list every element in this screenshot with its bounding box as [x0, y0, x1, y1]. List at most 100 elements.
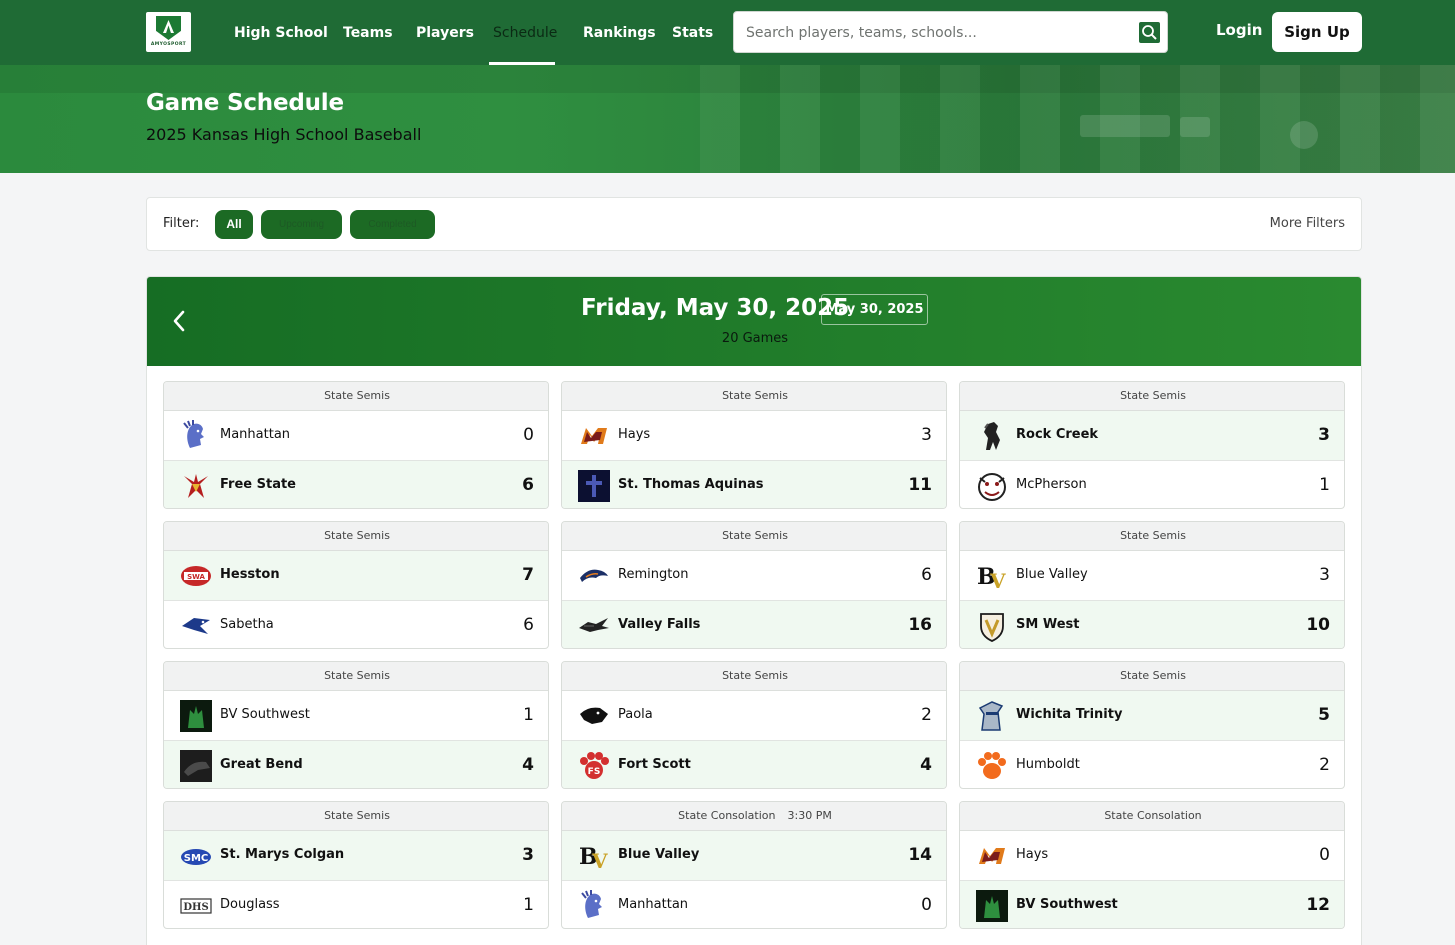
nav-link-high-school[interactable]: High School: [234, 22, 328, 44]
panther-head-logo: [578, 700, 610, 732]
team-name[interactable]: Hesston: [220, 567, 280, 582]
game-card[interactable]: State Semis Hays 3 St. Thomas Aquinas 11: [561, 381, 947, 509]
nav-link-teams[interactable]: Teams: [343, 22, 393, 44]
team-row[interactable]: Valley Falls 16: [562, 600, 946, 648]
nav-link-schedule[interactable]: Schedule: [493, 22, 557, 44]
login-link[interactable]: Login: [1216, 21, 1262, 39]
team-row[interactable]: Free State 6: [164, 460, 548, 508]
team-name[interactable]: Blue Valley: [618, 847, 699, 862]
team-row[interactable]: Hays 3: [562, 411, 946, 460]
team-name[interactable]: Manhattan: [618, 897, 688, 912]
game-card[interactable]: State Semis SMC St. Marys Colgan 3 DHS Dougla…: [163, 801, 549, 929]
team-name[interactable]: Humboldt: [1016, 757, 1080, 772]
team-row[interactable]: Sabetha 6: [164, 600, 548, 648]
team-row[interactable]: BV Southwest 12: [960, 880, 1344, 928]
hesston-logo: SWA: [180, 560, 212, 592]
team-name[interactable]: McPherson: [1016, 477, 1087, 492]
team-row[interactable]: Remington 6: [562, 551, 946, 600]
team-name[interactable]: Sabetha: [220, 617, 274, 632]
team-name[interactable]: Paola: [618, 707, 653, 722]
team-name[interactable]: SM West: [1016, 617, 1079, 632]
team-name[interactable]: Wichita Trinity: [1016, 707, 1122, 722]
team-name[interactable]: Free State: [220, 477, 296, 492]
team-name[interactable]: Hays: [1016, 847, 1048, 862]
team-row[interactable]: Hays 0: [960, 831, 1344, 880]
team-name[interactable]: Douglass: [220, 897, 280, 912]
site-logo[interactable]: AMYOSPORT: [146, 12, 191, 52]
nav-link-stats[interactable]: Stats: [672, 22, 713, 44]
indian-logo: [180, 420, 212, 452]
team-row[interactable]: Rock Creek 3: [960, 411, 1344, 460]
filter-chip-all[interactable]: All: [215, 210, 253, 239]
filter-label: Filter:: [163, 216, 200, 231]
team-row[interactable]: DHS Douglass 1: [164, 880, 548, 928]
team-row[interactable]: St. Thomas Aquinas 11: [562, 460, 946, 508]
game-card[interactable]: State Semis BV Southwest 1 Great Bend 4: [163, 661, 549, 789]
search-box: [733, 11, 1168, 53]
team-score: 2: [1319, 755, 1330, 775]
viking-shield-logo: [976, 610, 1008, 642]
team-score: 1: [523, 895, 534, 915]
game-card[interactable]: State Semis Manhattan 0 Free State 6: [163, 381, 549, 509]
team-row[interactable]: Humboldt 2: [960, 740, 1344, 788]
team-score: 12: [1306, 895, 1330, 915]
more-filters-link[interactable]: More Filters: [1270, 216, 1345, 231]
team-name[interactable]: Blue Valley: [1016, 567, 1088, 582]
page-subtitle: 2025 Kansas High School Baseball: [146, 125, 422, 144]
nav-link-players[interactable]: Players: [416, 22, 474, 44]
team-name[interactable]: Great Bend: [220, 757, 303, 772]
team-row[interactable]: Manhattan 0: [164, 411, 548, 460]
game-stage-header: State Semis: [960, 662, 1344, 691]
date-picker-badge[interactable]: May 30, 2025: [821, 294, 928, 325]
game-card[interactable]: State Semis Remington 6 Valley Falls 16: [561, 521, 947, 649]
filter-chip-completed[interactable]: Completed: [350, 210, 435, 239]
team-row[interactable]: Wichita Trinity 5: [960, 691, 1344, 740]
team-row[interactable]: B V Blue Valley 14: [562, 831, 946, 880]
team-row[interactable]: B V Blue Valley 3: [960, 551, 1344, 600]
team-row[interactable]: Paola 2: [562, 691, 946, 740]
game-stage-label: State Semis: [1120, 389, 1186, 402]
nav-link-rankings[interactable]: Rankings: [583, 22, 656, 44]
team-name[interactable]: BV Southwest: [1016, 897, 1118, 912]
svg-text:V: V: [989, 569, 1006, 592]
game-card[interactable]: State Semis Wichita Trinity 5 Humboldt 2: [959, 661, 1345, 789]
firebird-logo: [180, 470, 212, 502]
team-score: 10: [1306, 615, 1330, 635]
team-row[interactable]: Manhattan 0: [562, 880, 946, 928]
game-card[interactable]: State Consolation Hays 0 BV Southwest 12: [959, 801, 1345, 929]
team-name[interactable]: Hays: [618, 427, 650, 442]
game-card[interactable]: State Semis B V Blue Valley 3 SM West 10: [959, 521, 1345, 649]
filter-chip-upcoming[interactable]: Upcoming: [261, 210, 342, 239]
game-stage-header: State Semis: [960, 522, 1344, 551]
search-input[interactable]: [746, 22, 1136, 44]
team-name[interactable]: BV Southwest: [220, 707, 310, 722]
team-row[interactable]: BV Southwest 1: [164, 691, 548, 740]
paw-logo: [976, 750, 1008, 782]
team-name[interactable]: Valley Falls: [618, 617, 700, 632]
team-name[interactable]: Manhattan: [220, 427, 290, 442]
game-card[interactable]: State Semis Rock Creek 3 McPherson 1: [959, 381, 1345, 509]
team-row[interactable]: Great Bend 4: [164, 740, 548, 788]
game-stage-header: State Semis: [164, 802, 548, 831]
game-count: 20 Games: [721, 331, 789, 346]
game-card[interactable]: State Consolation 3:30 PM B V Blue Valley 14 M…: [561, 801, 947, 929]
search-button[interactable]: [1139, 22, 1160, 43]
game-stage-label: State Semis: [324, 389, 390, 402]
team-score: 3: [1318, 425, 1330, 445]
hays-logo: [578, 420, 610, 452]
game-stage-label: State Semis: [1120, 669, 1186, 682]
team-row[interactable]: SWA Hesston 7: [164, 551, 548, 600]
team-name[interactable]: St. Marys Colgan: [220, 847, 344, 862]
team-name[interactable]: St. Thomas Aquinas: [618, 477, 764, 492]
signup-button[interactable]: Sign Up: [1272, 12, 1362, 52]
team-name[interactable]: Rock Creek: [1016, 427, 1098, 442]
team-row[interactable]: McPherson 1: [960, 460, 1344, 508]
team-name[interactable]: Fort Scott: [618, 757, 691, 772]
team-row[interactable]: SM West 10: [960, 600, 1344, 648]
team-row[interactable]: FS Fort Scott 4: [562, 740, 946, 788]
game-card[interactable]: State Semis SWA Hesston 7 Sabetha 6: [163, 521, 549, 649]
search-icon: [1142, 25, 1157, 40]
team-row[interactable]: SMC St. Marys Colgan 3: [164, 831, 548, 880]
game-card[interactable]: State Semis Paola 2 FS Fort Scott 4: [561, 661, 947, 789]
team-name[interactable]: Remington: [618, 567, 689, 582]
